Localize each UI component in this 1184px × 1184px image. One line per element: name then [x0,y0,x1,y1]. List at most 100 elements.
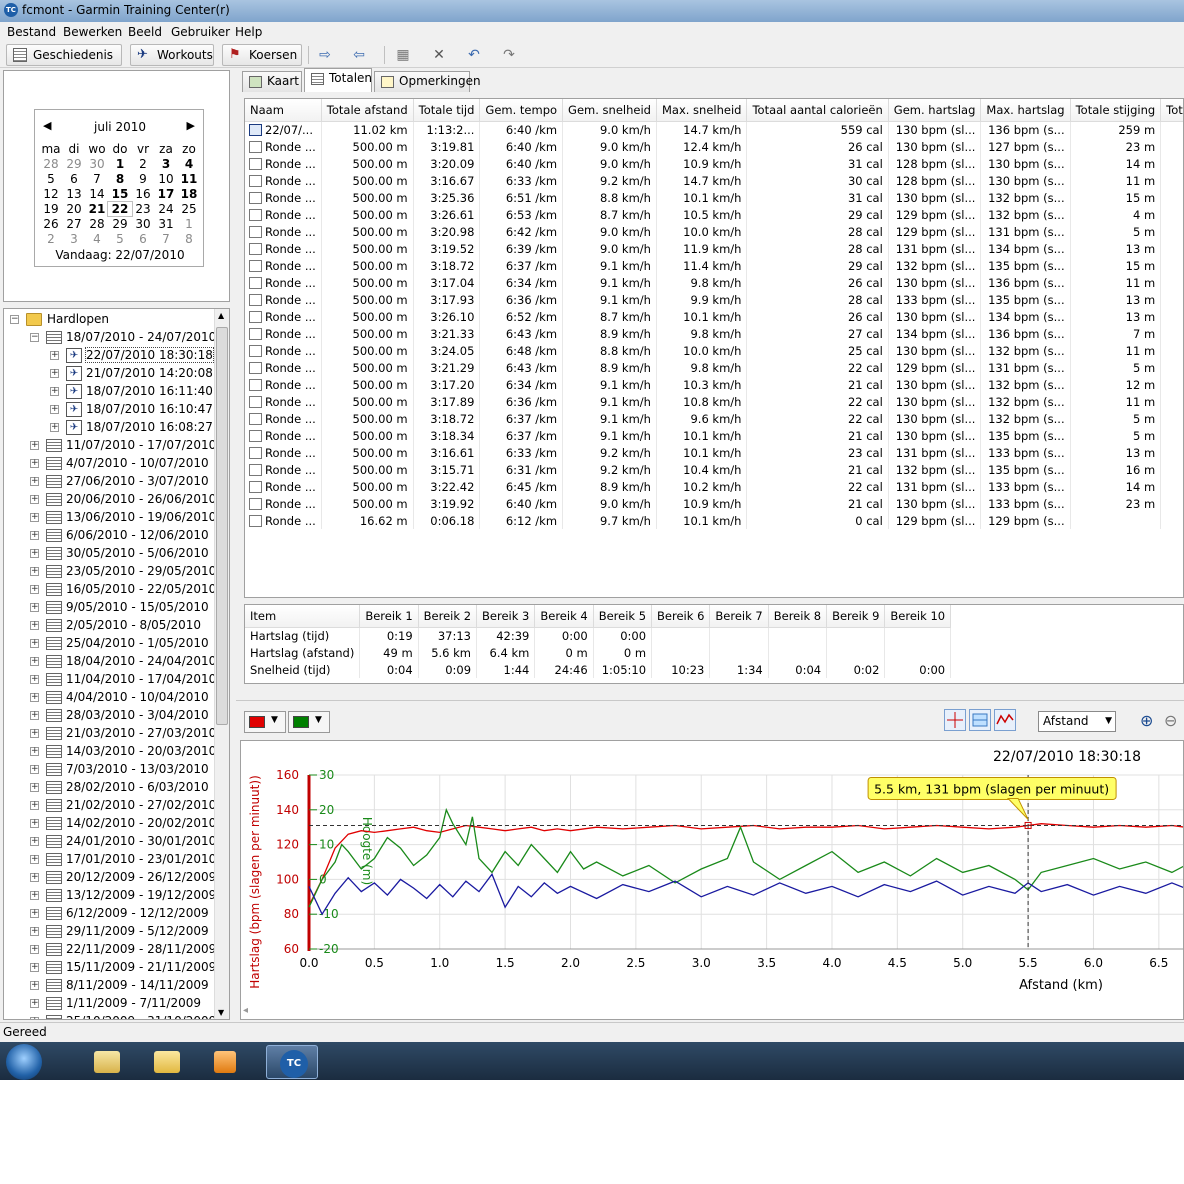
tree-week-item[interactable]: +8/11/2009 - 14/11/2009 [4,977,214,995]
crosshair-mode-icon[interactable] [944,709,966,731]
column-header[interactable]: Max. snelheid [656,99,748,122]
tree-week-item[interactable]: +21/02/2010 - 27/02/2010 [4,797,216,815]
expand-icon[interactable]: + [30,783,39,792]
activity-chart-svg[interactable]: 0.0 0.5 1.0 1.5 2.0 2.5 3.0 3.5 4.0 4.5 5.0 5.5 6.0 6… [241,741,1184,1020]
column-header[interactable]: Totale daling [1160,99,1183,122]
zone-column-header[interactable]: Bereik 9 [826,605,886,628]
table-row[interactable]: Ronde ... 500.00 m 3:26.61 6:53 /km 8.7 km/h… [245,206,1183,223]
table-row[interactable]: Ronde ... 500.00 m 3:20.98 6:42 /km 9.0 km/h… [245,223,1183,240]
calendar-day[interactable]: 6 [62,172,86,186]
calendar-day[interactable]: 13 [62,187,86,201]
calendar-day[interactable]: 1 [108,157,132,171]
taskbar-media-button[interactable] [200,1045,252,1079]
tree-week-item[interactable]: +24/01/2010 - 30/01/2010 [4,833,216,851]
tree-week-item[interactable]: +15/11/2009 - 21/11/2009 [4,959,216,977]
tree-week-item[interactable]: +13/12/2009 - 19/12/2009 [4,887,216,905]
zone-column-header[interactable]: Bereik 6 [651,605,711,628]
tree-week-item[interactable]: +16/05/2010 - 22/05/2010 [4,581,216,599]
line-graph-icon[interactable] [994,709,1016,731]
zone-column-header[interactable]: Bereik 10 [884,605,952,628]
tab-totalen[interactable]: Totalen [304,68,372,92]
expand-icon[interactable]: + [30,495,39,504]
tree-week-item[interactable]: +17/01/2010 - 23/01/2010 [4,851,216,869]
table-row[interactable]: Ronde ... 500.00 m 3:20.09 6:40 /km 9.0 km/h… [245,155,1183,172]
expand-icon[interactable]: + [30,549,39,558]
tree-root-hardlopen[interactable]: − Hardlopen [4,311,214,329]
expand-icon[interactable]: + [30,675,39,684]
tree-week-item[interactable]: +27/06/2010 - 3/07/2010 [4,473,214,491]
calendar-day[interactable]: 4 [85,232,109,246]
activity-chart[interactable]: 0.0 0.5 1.0 1.5 2.0 2.5 3.0 3.5 4.0 4.5 5.0 5.5 6.0 6… [240,740,1184,1020]
calendar-day[interactable]: 29 [62,157,86,171]
column-header[interactable]: Gem. tempo [479,99,564,122]
taskbar-training-center-button[interactable]: TC [266,1045,318,1079]
elevation-color-picker[interactable]: ▼ [288,711,330,733]
next-month-icon[interactable]: ▶ [187,119,195,132]
calendar-day[interactable]: 14 [85,187,109,201]
tree-week-item[interactable]: +4/07/2010 - 10/07/2010 [4,455,214,473]
redo-icon[interactable]: ↷ [500,47,518,63]
expand-icon[interactable]: + [30,891,39,900]
x-axis-select[interactable]: Afstand ▼ [1038,711,1116,732]
receive-from-device-icon[interactable]: ⇦ [350,47,368,63]
collapse-icon[interactable]: − [30,333,39,342]
tree-week-item[interactable]: − 18/07/2010 - 24/07/2010 [4,329,216,347]
calendar-day[interactable]: 3 [154,157,178,171]
menu-bewerken[interactable]: Bewerken [63,25,122,39]
calendar-day[interactable]: 9 [131,172,155,186]
calendar-day[interactable]: 4 [177,157,201,171]
grid-mode-icon[interactable] [969,709,991,731]
courses-button[interactable]: ⚑ Koersen [222,44,302,66]
table-row[interactable]: Ronde ... 500.00 m 3:16.67 6:33 /km 9.2 km/h… [245,172,1183,189]
tree-week-item[interactable]: +25/10/2009 - 31/10/2009 [4,1013,216,1019]
table-row[interactable]: Ronde ... 500.00 m 3:17.93 6:36 /km 9.1 km/h… [245,291,1183,308]
zoom-out-icon[interactable]: ⊖ [1164,711,1177,730]
zone-column-header[interactable]: Bereik 7 [709,605,769,628]
calendar-day[interactable]: 10 [154,172,178,186]
send-to-device-icon[interactable]: ⇨ [316,47,334,63]
calendar-day[interactable]: 1 [177,217,201,231]
menu-beeld[interactable]: Beeld [128,25,162,39]
table-row[interactable]: Ronde ... 500.00 m 3:24.05 6:48 /km 8.8 km/h… [245,342,1183,359]
expand-icon[interactable]: + [30,441,39,450]
zone-column-header[interactable]: Bereik 1 [359,605,419,628]
expand-icon[interactable]: + [30,639,39,648]
calendar-day[interactable]: 12 [39,187,63,201]
table-row[interactable]: Ronde ... 500.00 m 3:17.89 6:36 /km 9.1 km/h… [245,393,1183,410]
tree-week-item[interactable]: +29/11/2009 - 5/12/2009 [4,923,214,941]
tree-week-item[interactable]: +6/12/2009 - 12/12/2009 [4,905,214,923]
expand-icon[interactable]: + [30,1017,39,1019]
tree-week-item[interactable]: +11/04/2010 - 17/04/2010 [4,671,216,689]
calendar-day[interactable]: 24 [154,202,178,216]
calendar-day[interactable]: 30 [85,157,109,171]
calendar-day[interactable]: 28 [85,217,109,231]
expand-icon[interactable]: + [50,405,59,414]
calendar-day[interactable]: 21 [85,202,109,216]
calendar-day[interactable]: 22 [107,201,133,217]
expand-icon[interactable]: + [30,837,39,846]
tree-week-item[interactable]: +14/03/2010 - 20/03/2010 [4,743,216,761]
table-row[interactable]: Ronde ... 500.00 m 3:16.61 6:33 /km 9.2 km/h… [245,444,1183,461]
calendar-day[interactable]: 19 [39,202,63,216]
undo-icon[interactable]: ↶ [465,47,483,63]
scroll-up-icon[interactable]: ▲ [218,311,224,320]
expand-icon[interactable]: + [30,657,39,666]
table-row[interactable]: 22/07/... 11.02 km 1:13:2... 6:40 /km 9.0 km… [245,121,1183,138]
tree-week-item[interactable]: +18/04/2010 - 24/04/2010 [4,653,216,671]
calendar-day[interactable]: 5 [39,172,63,186]
expand-icon[interactable]: + [30,855,39,864]
tree-week-item[interactable]: +14/02/2010 - 20/02/2010 [4,815,216,833]
calendar-day[interactable]: 6 [131,232,155,246]
table-row[interactable]: Ronde ... 500.00 m 3:21.33 6:43 /km 8.9 km/h… [245,325,1183,342]
table-row[interactable]: Ronde ... 500.00 m 3:15.71 6:31 /km 9.2 km/h… [245,461,1183,478]
column-header[interactable]: Max. hartslag [980,99,1071,122]
expand-icon[interactable]: + [30,477,39,486]
expand-icon[interactable]: + [50,423,59,432]
tree-week-item[interactable]: +20/12/2009 - 26/12/2009 [4,869,216,887]
calendar-day[interactable]: 15 [108,187,132,201]
tab-kaart[interactable]: Kaart [242,71,302,92]
table-row[interactable]: Ronde ... 500.00 m 3:19.52 6:39 /km 9.0 km/h… [245,240,1183,257]
tree-week-item[interactable]: +2/05/2010 - 8/05/2010 [4,617,214,635]
save-icon[interactable]: ▦ [394,47,412,63]
expand-icon[interactable]: + [30,603,39,612]
